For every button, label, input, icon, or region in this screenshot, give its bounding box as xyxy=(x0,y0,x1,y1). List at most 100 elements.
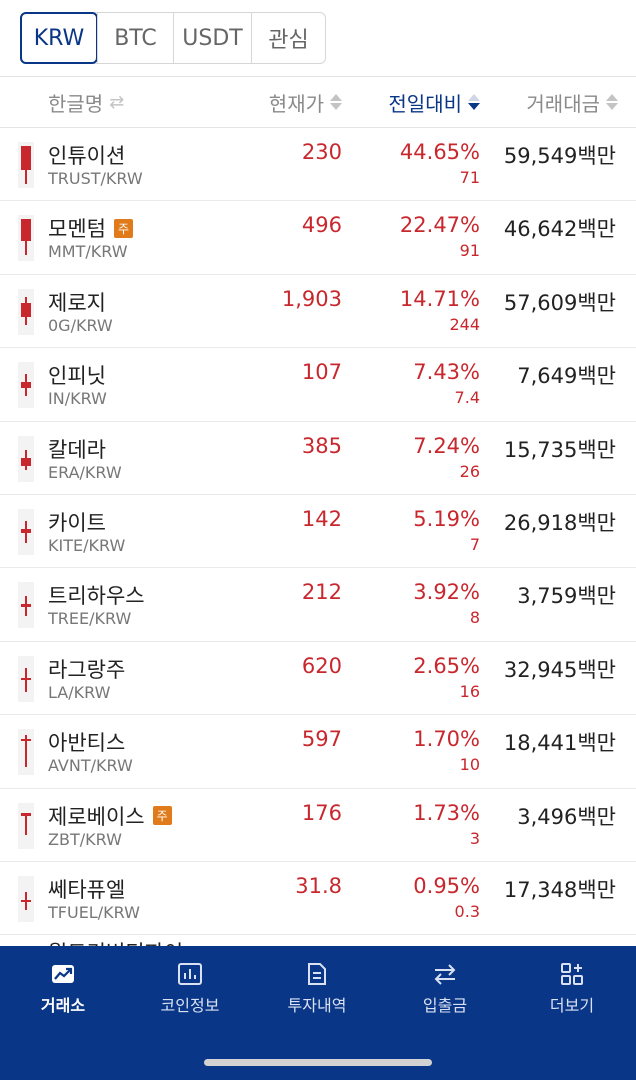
coin-volume: 18,441백만 xyxy=(503,731,616,756)
coin-price: 212 xyxy=(301,580,342,605)
coin-row-mmt[interactable]: 모멘텀 주 MMT/KRW 496 22.47% 91 46,642백만 xyxy=(0,201,636,275)
coin-change-pct: 5.19% xyxy=(413,506,480,531)
coin-row-era[interactable]: 칼데라 ERA/KRW 385 7.24% 26 15,735백만 xyxy=(0,422,636,495)
candle-icon xyxy=(18,288,34,335)
coin-change-amount: 7 xyxy=(469,534,480,554)
sort-name-header[interactable]: 한글명 ⇄ xyxy=(48,77,124,127)
nav-label: 투자내역 xyxy=(287,996,347,1015)
coin-name: 모멘텀 xyxy=(48,217,106,242)
coin-price: 230 xyxy=(301,140,342,164)
coin-pair: MMT/KRW xyxy=(48,242,128,262)
coin-pair: IN/KRW xyxy=(48,389,107,409)
coin-change-pct: 1.70% xyxy=(413,727,480,752)
coin-change-amount: 3 xyxy=(469,828,480,848)
coin-volume: 7,649백만 xyxy=(517,364,616,389)
home-indicator xyxy=(204,1059,432,1066)
nav-more[interactable]: 더보기 xyxy=(522,962,622,1022)
candle-icon xyxy=(18,875,34,922)
price-header-label: 현재가 xyxy=(268,91,324,116)
coin-pair: TREE/KRW xyxy=(48,609,132,629)
coin-price: 620 xyxy=(301,653,342,678)
coin-change-pct: 22.47% xyxy=(399,213,480,238)
coin-price: 31.8 xyxy=(295,873,342,898)
document-icon xyxy=(304,962,330,986)
nav-label: 더보기 xyxy=(549,996,595,1015)
coin-row-trust[interactable]: 인튜이션 TRUST/KRW 230 44.65% 71 59,549백만 xyxy=(0,128,636,202)
coin-row-tree[interactable]: 트리하우스 TREE/KRW 212 3.92% 8 3,759백만 xyxy=(0,568,636,642)
nav-deposit-withdraw[interactable]: 입출금 xyxy=(395,962,495,1022)
coin-row-avnt[interactable]: 아반티스 AVNT/KRW 597 1.70% 10 18,441백만 xyxy=(0,715,636,789)
sort-price-header[interactable]: 현재가 xyxy=(269,77,342,127)
caution-badge: 주 xyxy=(113,218,133,238)
nav-coin-info[interactable]: 코인정보 xyxy=(140,962,240,1022)
coin-price: 176 xyxy=(301,800,342,825)
coin-volume: 32,945백만 xyxy=(503,657,616,682)
coin-volume: 59,549백만 xyxy=(503,144,616,168)
coin-change-amount: 10 xyxy=(459,755,480,775)
coin-row-0g[interactable]: 제로지 0G/KRW 1,903 14.71% 244 57,609백만 xyxy=(0,275,636,349)
coin-price: 1,903 xyxy=(281,286,342,311)
candle-icon xyxy=(18,435,34,482)
sort-volume-header[interactable]: 거래대금 xyxy=(526,77,618,127)
change-header-label: 전일대비 xyxy=(388,91,462,116)
coin-row-partial[interactable]: 월드리버티파이 xyxy=(0,935,636,946)
coin-volume: 15,735백만 xyxy=(503,437,616,462)
sort-arrows-icon xyxy=(606,93,618,111)
coin-name: 카이트 xyxy=(48,510,106,535)
coin-volume: 3,759백만 xyxy=(517,584,616,609)
coin-name: 인피닛 xyxy=(48,364,106,389)
coin-row-zbt[interactable]: 제로베이스 주 ZBT/KRW 176 1.73% 3 3,496백만 xyxy=(0,789,636,862)
candle-icon xyxy=(18,215,34,262)
column-header: 한글명 ⇄ 현재가 전일대비 거래대금 xyxy=(0,76,636,128)
coin-price: 107 xyxy=(301,360,342,385)
coin-row-tfuel[interactable]: 쎄타퓨엘 TFUEL/KRW 31.8 0.95% 0.3 17,348백만 xyxy=(0,862,636,936)
coin-row-la[interactable]: 라그랑주 LA/KRW 620 2.65% 16 32,945백만 xyxy=(0,642,636,716)
coin-volume: 17,348백만 xyxy=(503,877,616,902)
coin-price: 142 xyxy=(301,506,342,531)
coin-name: 라그랑주 xyxy=(48,657,126,682)
coin-change-amount: 7.4 xyxy=(454,388,480,408)
nav-label: 거래소 xyxy=(40,996,86,1015)
coin-change-pct: 0.95% xyxy=(413,873,480,898)
nav-exchange[interactable]: 거래소 xyxy=(13,962,113,1022)
coin-change-pct: 3.92% xyxy=(413,580,480,605)
coin-name: 쎄타퓨엘 xyxy=(48,877,126,902)
coin-change-pct: 2.65% xyxy=(413,653,480,678)
coin-change-pct: 1.73% xyxy=(413,800,480,825)
transfer-icon xyxy=(432,962,458,986)
bar-chart-icon xyxy=(177,962,203,986)
coin-change-amount: 16 xyxy=(459,681,480,701)
candle-icon xyxy=(18,655,34,702)
coin-name: 제로지 xyxy=(48,290,106,315)
tab-usdt[interactable]: USDT xyxy=(173,13,251,63)
coin-list: 인튜이션 TRUST/KRW 230 44.65% 71 59,549백만 모멘… xyxy=(0,128,636,946)
coin-pair: TFUEL/KRW xyxy=(48,902,140,922)
market-tabs: KRW BTC USDT 관심 xyxy=(20,12,326,64)
tab-btc[interactable]: BTC xyxy=(97,13,173,63)
sort-arrows-icon xyxy=(468,93,480,111)
candle-icon xyxy=(18,508,34,555)
coin-change-pct: 7.24% xyxy=(413,433,480,458)
sort-change-header[interactable]: 전일대비 xyxy=(388,77,480,127)
candle-icon xyxy=(18,362,34,409)
tab-krw[interactable]: KRW xyxy=(20,12,98,64)
coin-volume: 57,609백만 xyxy=(503,290,616,315)
sort-arrows-icon xyxy=(330,93,342,111)
coin-price: 385 xyxy=(301,433,342,458)
coin-change-amount: 0.3 xyxy=(454,901,480,921)
nav-investments[interactable]: 투자내역 xyxy=(267,962,367,1022)
coin-name: 월드리버티파이 xyxy=(48,937,183,946)
coin-volume: 3,496백만 xyxy=(517,804,616,829)
coin-name: 제로베이스 xyxy=(48,804,145,829)
coin-change-pct: 7.43% xyxy=(413,360,480,385)
coin-row-kite[interactable]: 카이트 KITE/KRW 142 5.19% 7 26,918백만 xyxy=(0,495,636,569)
candle-icon xyxy=(18,729,34,776)
coin-pair: ZBT/KRW xyxy=(48,829,122,849)
coin-price: 496 xyxy=(301,213,342,238)
coin-change-amount: 71 xyxy=(459,168,480,187)
coin-name: 아반티스 xyxy=(48,731,126,756)
coin-row-in[interactable]: 인피닛 IN/KRW 107 7.43% 7.4 7,649백만 xyxy=(0,348,636,422)
coin-pair: ERA/KRW xyxy=(48,462,122,482)
tab-favorites[interactable]: 관심 xyxy=(251,13,325,63)
coin-price: 597 xyxy=(301,727,342,752)
